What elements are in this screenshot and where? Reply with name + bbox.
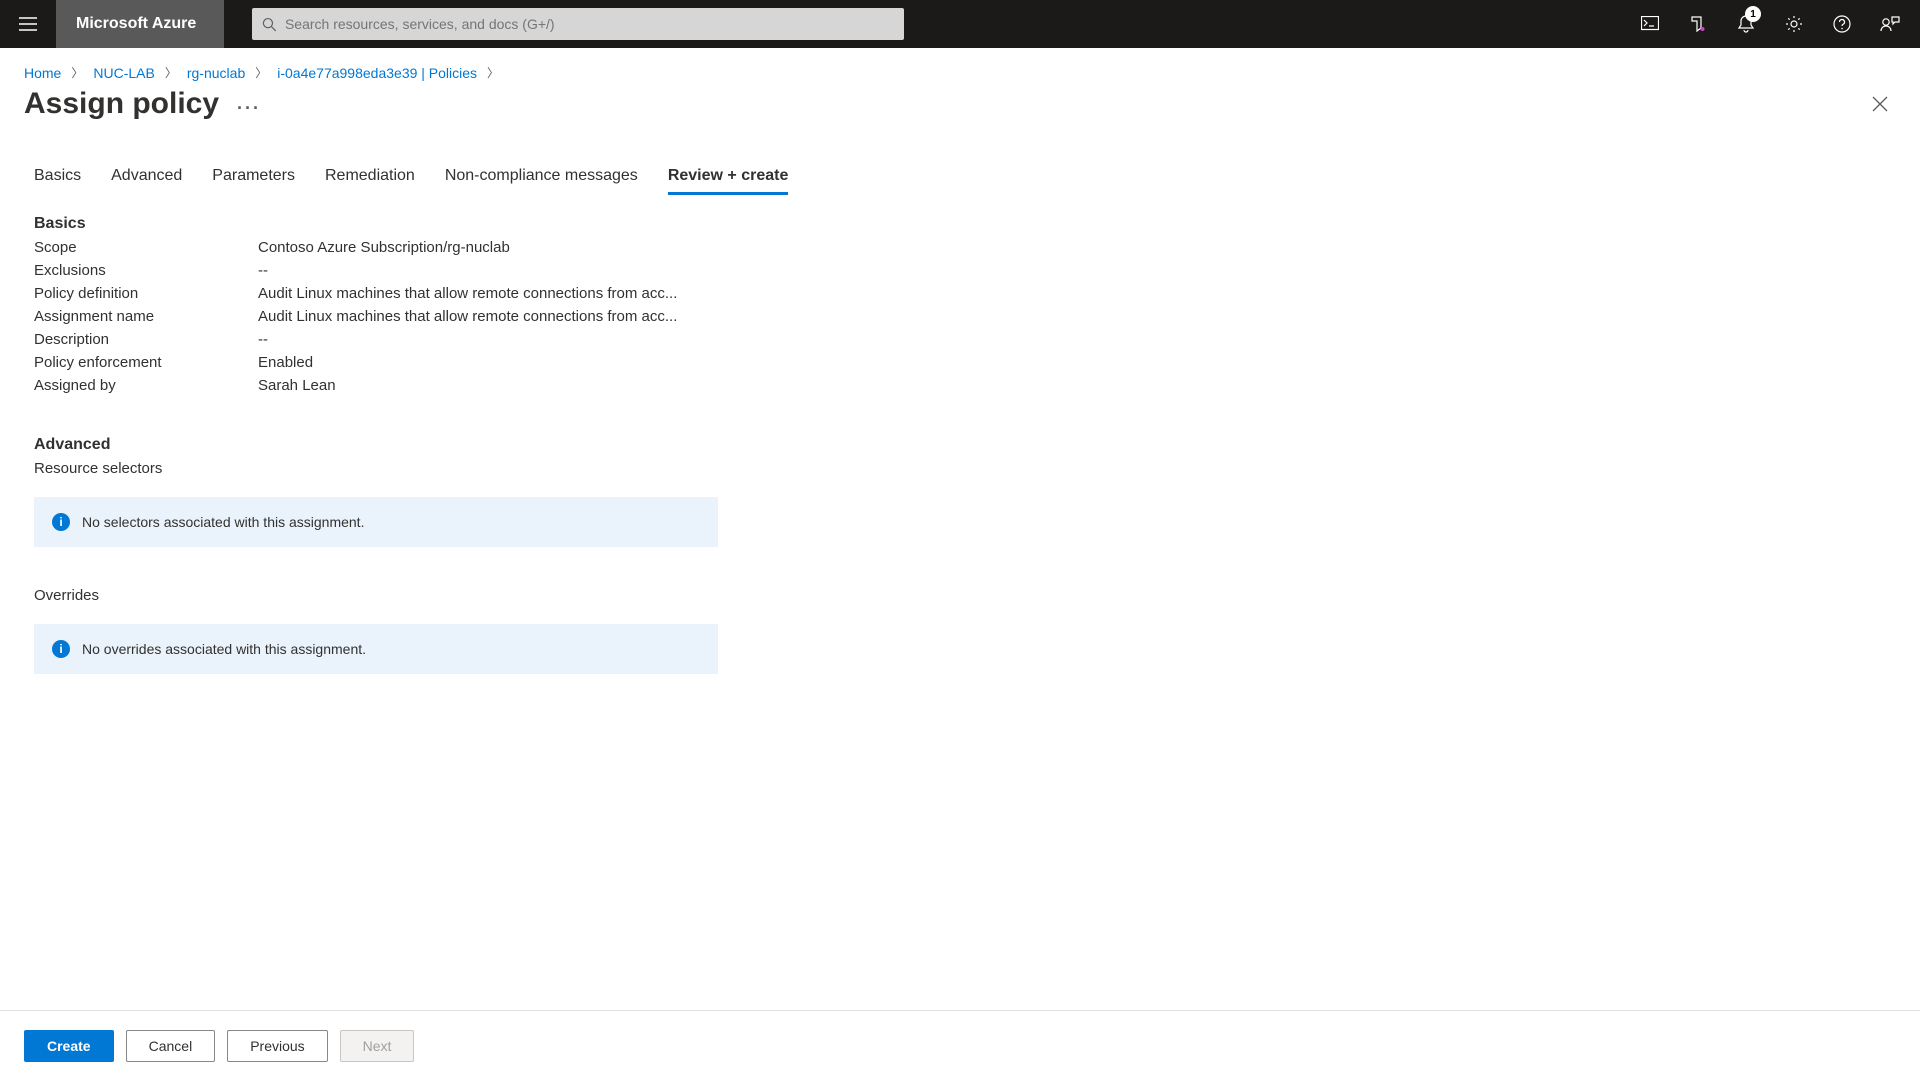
value-assigned-by: Sarah Lean [258,377,336,394]
info-icon: i [52,640,70,658]
feedback-button[interactable] [1870,0,1910,48]
label-policy-enforcement: Policy enforcement [34,354,258,371]
breadcrumb-item-2[interactable]: rg-nuclab [187,65,245,81]
hamburger-menu-button[interactable] [0,0,56,48]
cancel-button[interactable]: Cancel [126,1030,216,1062]
section-title-advanced: Advanced [34,436,1884,454]
global-search-input[interactable] [277,16,894,32]
tab-review-create[interactable]: Review + create [668,161,789,195]
settings-button[interactable] [1774,0,1814,48]
chevron-right-icon: 〉 [255,64,267,81]
section-title-basics: Basics [34,215,1884,233]
hamburger-icon [19,17,37,31]
topbar-icon-group: 1 [1630,0,1920,48]
create-button[interactable]: Create [24,1030,114,1062]
label-assignment-name: Assignment name [34,308,258,325]
tab-parameters[interactable]: Parameters [212,161,295,195]
info-text-resource-selectors: No selectors associated with this assign… [82,514,364,530]
cloud-shell-button[interactable] [1630,0,1670,48]
page-title: Assign policy [24,87,219,121]
gear-icon [1785,15,1803,33]
tab-noncompliance[interactable]: Non-compliance messages [445,161,638,195]
tab-advanced[interactable]: Advanced [111,161,182,195]
cloud-shell-icon [1641,16,1659,32]
value-description: -- [258,331,268,348]
breadcrumb-home[interactable]: Home [24,65,61,81]
tab-remediation[interactable]: Remediation [325,161,415,195]
row-assignment-name: Assignment name Audit Linux machines tha… [34,308,1884,325]
brand-label: Microsoft Azure [56,0,224,48]
feedback-icon [1880,15,1900,33]
help-button[interactable] [1822,0,1862,48]
info-text-overrides: No overrides associated with this assign… [82,641,366,657]
content-scroll-area[interactable]: Basics Advanced Parameters Remediation N… [0,121,1908,1010]
row-description: Description -- [34,331,1884,348]
label-resource-selectors: Resource selectors [34,460,1884,477]
tab-basics[interactable]: Basics [34,161,81,195]
close-button[interactable] [1864,88,1896,120]
label-assigned-by: Assigned by [34,377,258,394]
next-button: Next [340,1030,415,1062]
close-icon [1872,96,1888,112]
label-description: Description [34,331,258,348]
row-policy-enforcement: Policy enforcement Enabled [34,354,1884,371]
value-assignment-name: Audit Linux machines that allow remote c… [258,308,677,325]
notifications-badge: 1 [1745,6,1761,22]
row-exclusions: Exclusions -- [34,262,1884,279]
label-overrides: Overrides [34,587,1884,604]
breadcrumb: Home 〉 NUC-LAB 〉 rg-nuclab 〉 i-0a4e77a99… [0,48,1920,81]
chevron-right-icon: 〉 [71,64,83,81]
row-policy-definition: Policy definition Audit Linux machines t… [34,285,1884,302]
previous-button[interactable]: Previous [227,1030,327,1062]
more-actions-button[interactable]: ··· [237,99,261,117]
info-icon: i [52,513,70,531]
chevron-right-icon: 〉 [487,64,499,81]
chevron-right-icon: 〉 [165,64,177,81]
value-policy-enforcement: Enabled [258,354,313,371]
info-resource-selectors: i No selectors associated with this assi… [34,497,718,547]
page-header: Assign policy ··· [0,81,1920,121]
info-overrides: i No overrides associated with this assi… [34,624,718,674]
value-exclusions: -- [258,262,268,279]
label-scope: Scope [34,239,258,256]
tab-strip: Basics Advanced Parameters Remediation N… [34,161,1884,195]
row-assigned-by: Assigned by Sarah Lean [34,377,1884,394]
help-icon [1833,15,1851,33]
label-exclusions: Exclusions [34,262,258,279]
value-policy-definition: Audit Linux machines that allow remote c… [258,285,677,302]
top-bar: Microsoft Azure 1 [0,0,1920,48]
breadcrumb-item-3[interactable]: i-0a4e77a998eda3e39 | Policies [277,65,477,81]
global-search[interactable] [252,8,904,40]
label-policy-definition: Policy definition [34,285,258,302]
breadcrumb-item-1[interactable]: NUC-LAB [93,65,154,81]
search-icon [262,17,277,32]
row-scope: Scope Contoso Azure Subscription/rg-nucl… [34,239,1884,256]
footer-action-bar: Create Cancel Previous Next [0,1010,1920,1080]
value-scope: Contoso Azure Subscription/rg-nuclab [258,239,510,256]
notifications-button[interactable]: 1 [1726,0,1766,48]
copilot-icon [1689,15,1707,33]
copilot-button[interactable] [1678,0,1718,48]
